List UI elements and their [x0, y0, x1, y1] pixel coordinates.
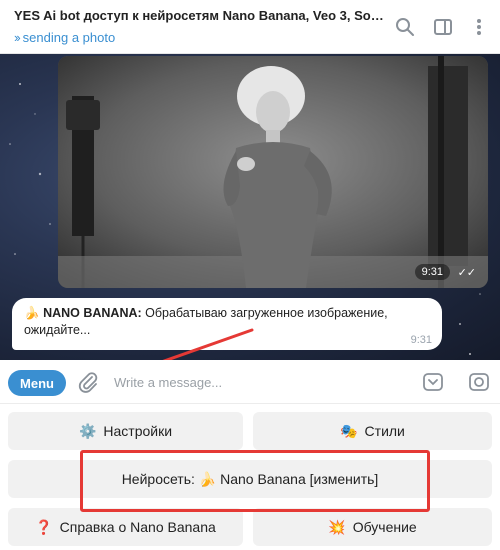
sending-icon: ››	[14, 30, 21, 45]
change-model-label: Нейросеть: 🍌 Nano Banana [изменить]	[121, 470, 379, 487]
sender-name: NANO BANANA:	[43, 306, 142, 320]
more-icon[interactable]	[468, 16, 490, 38]
collision-icon: 💥	[328, 518, 346, 535]
masks-icon: 🎭	[340, 422, 358, 439]
double-check-icon: ✓✓	[457, 266, 476, 279]
learn-button[interactable]: 💥 Обучение	[253, 508, 492, 546]
styles-label: Стили	[364, 423, 405, 439]
bot-message-text: 🍌 NANO BANANA: Обрабатываю загруженное и…	[24, 305, 430, 339]
photo-message[interactable]: 9:31 ✓✓	[58, 56, 488, 288]
status-text: sending a photo	[22, 30, 116, 45]
camera-icon[interactable]	[468, 371, 490, 393]
bot-keyboard-icon[interactable]	[422, 371, 444, 393]
styles-button[interactable]: 🎭 Стили	[253, 412, 492, 450]
learn-label: Обучение	[352, 519, 417, 535]
photo-timestamp: 9:31	[414, 264, 450, 280]
chat-header: YES Ai bot доступ к нейросетям Nano Bana…	[0, 0, 500, 54]
change-model-button[interactable]: Нейросеть: 🍌 Nano Banana [изменить]	[8, 460, 492, 498]
chat-status: ›› sending a photo	[14, 30, 115, 45]
chat-title[interactable]: YES Ai bot доступ к нейросетям Nano Bana…	[14, 8, 384, 23]
settings-button[interactable]: ⚙️ Настройки	[8, 412, 243, 450]
help-label: Справка о Nano Banana	[59, 519, 216, 535]
menu-button[interactable]: Menu	[8, 370, 66, 396]
paperclip-icon[interactable]	[76, 370, 100, 394]
question-icon: ❓	[35, 518, 53, 535]
bot-reply-keyboard: ⚙️ Настройки 🎭 Стили Нейросеть: 🍌 Nano B…	[0, 404, 500, 550]
portrait-photo	[58, 56, 488, 288]
settings-label: Настройки	[103, 423, 173, 439]
message-timestamp: 9:31	[410, 334, 432, 346]
gear-icon: ⚙️	[78, 422, 97, 439]
bot-message[interactable]: 🍌 NANO BANANA: Обрабатываю загруженное и…	[12, 298, 442, 350]
message-composer: Menu	[0, 360, 500, 404]
sidebar-toggle-icon[interactable]	[432, 16, 454, 38]
banana-emoji: 🍌	[24, 306, 40, 320]
chat-area[interactable]: 9:31 ✓✓ 🍌 NANO BANANA: Обрабатываю загру…	[0, 54, 500, 360]
message-input[interactable]	[114, 371, 404, 393]
search-icon[interactable]	[394, 16, 416, 38]
help-button[interactable]: ❓ Справка о Nano Banana	[8, 508, 243, 546]
